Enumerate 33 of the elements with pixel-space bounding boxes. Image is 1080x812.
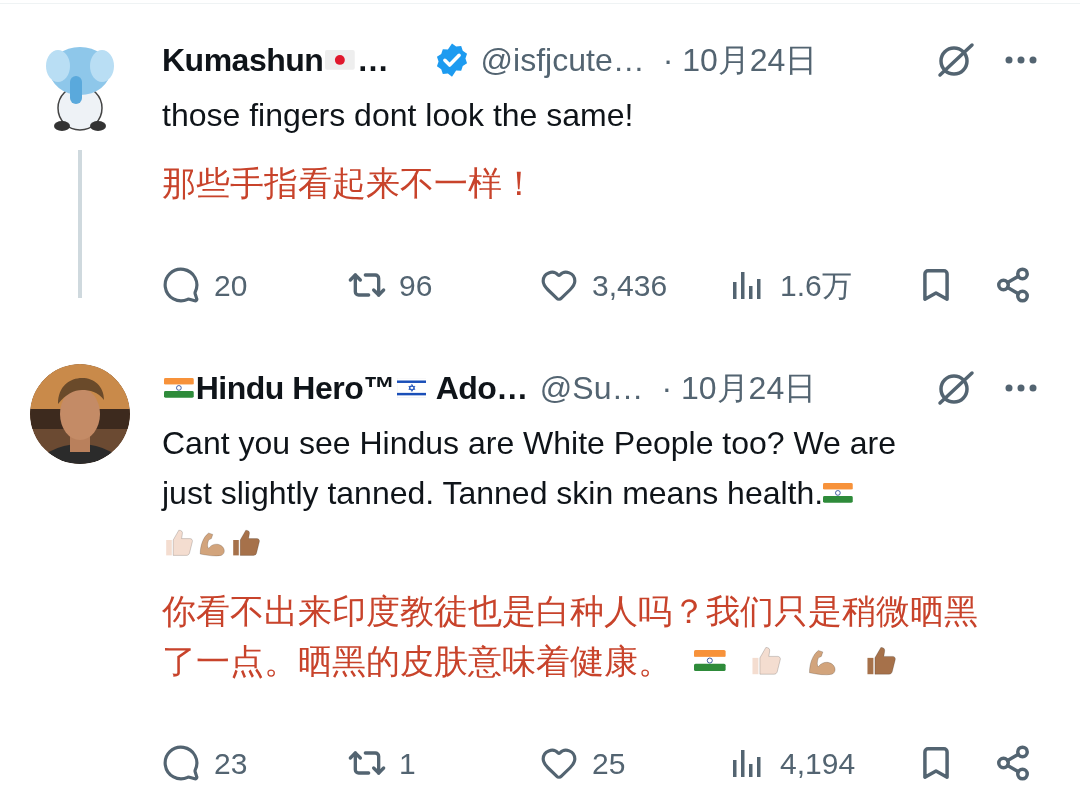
post-text: just slightly tanned. Tanned skin means health. bbox=[162, 474, 824, 513]
translation-text: 那些手指看起来不一样！ bbox=[162, 162, 536, 204]
share-icon[interactable] bbox=[994, 744, 1032, 782]
repost-count: 96 bbox=[399, 267, 433, 304]
more-icon[interactable] bbox=[1004, 55, 1038, 65]
post-date[interactable]: · 10月24日 bbox=[661, 364, 817, 412]
repost-count: 1 bbox=[399, 745, 416, 782]
user-handle[interactable]: @Su… bbox=[539, 364, 644, 412]
reply-icon[interactable] bbox=[162, 744, 200, 782]
view-count: 4,194 bbox=[780, 745, 856, 782]
user-name[interactable]: Hindu Hero™ bbox=[195, 364, 395, 412]
reply-count: 23 bbox=[214, 745, 248, 782]
share-icon[interactable] bbox=[994, 266, 1032, 304]
post-text: those fingers dont look the same! bbox=[162, 96, 634, 135]
japan-flag-icon bbox=[325, 50, 356, 70]
india-flag-icon bbox=[694, 650, 726, 672]
translation-text: 你看不出来印度教徒也是白种人吗？我们只是稍微晒黑 bbox=[162, 590, 978, 632]
user-handle[interactable]: @isfjcute… bbox=[480, 36, 645, 84]
india-flag-icon bbox=[164, 378, 194, 398]
post-date[interactable]: · 10月24日 bbox=[662, 36, 818, 84]
like-count: 25 bbox=[592, 745, 626, 782]
post-text: Cant you see Hindus are White People too? We are bbox=[162, 424, 897, 463]
like-count: 3,436 bbox=[592, 267, 668, 304]
user-name[interactable]: Ado… bbox=[428, 364, 528, 412]
india-flag-icon bbox=[823, 483, 853, 503]
translation-text: 了一点。晒黑的皮肤意味着健康。 bbox=[162, 640, 672, 682]
reply-icon[interactable] bbox=[162, 266, 200, 304]
more-icon[interactable] bbox=[1004, 383, 1038, 393]
view-count: 1.6万 bbox=[780, 267, 852, 304]
user-name[interactable]: … bbox=[357, 36, 389, 84]
reply-count: 20 bbox=[214, 267, 248, 304]
user-name[interactable]: Kumashun bbox=[162, 36, 324, 84]
israel-flag-icon bbox=[396, 378, 427, 398]
